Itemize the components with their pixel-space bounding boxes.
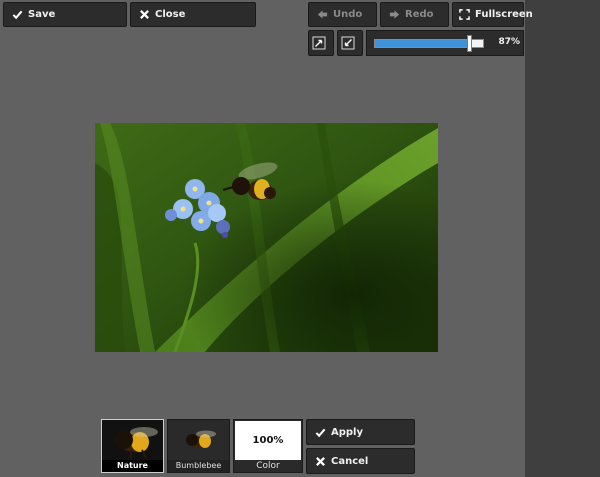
close-button[interactable]: Close (130, 2, 256, 27)
cancel-button[interactable]: Cancel (306, 448, 415, 474)
color-value: 100% (235, 421, 301, 460)
bumblebee-photo (95, 123, 438, 352)
zoom-slider-fill (375, 40, 469, 47)
filter-thumb-nature[interactable]: Nature (101, 419, 164, 473)
close-label: Close (155, 9, 186, 20)
save-label: Save (28, 9, 56, 20)
undo-button[interactable]: Undo (308, 2, 377, 27)
save-button[interactable]: Save (3, 2, 127, 27)
zoom-readout: 87% (498, 37, 520, 47)
image-editor: Save Close Undo Redo Fullscreen 87% Natu… (0, 0, 600, 477)
color-filter[interactable]: 100% Color (233, 419, 303, 473)
fullscreen-button[interactable]: Fullscreen (452, 2, 533, 27)
side-panel (525, 0, 600, 477)
check-icon (315, 428, 326, 437)
fullscreen-icon (459, 9, 470, 20)
cancel-label: Cancel (331, 455, 369, 467)
check-icon (12, 10, 23, 20)
x-icon (316, 456, 325, 466)
zoom-slider-handle[interactable] (466, 35, 472, 52)
nature-thumbnail (115, 427, 158, 459)
arrow-right-icon (389, 10, 400, 19)
x-icon (140, 10, 149, 19)
actual-size-button[interactable] (337, 30, 363, 56)
apply-label: Apply (331, 426, 364, 438)
apply-button[interactable]: Apply (306, 419, 415, 445)
undo-label: Undo (333, 9, 363, 20)
redo-button[interactable]: Redo (380, 2, 449, 27)
color-label: Color (256, 461, 280, 471)
redo-label: Redo (405, 9, 434, 20)
arrow-left-icon (317, 10, 328, 19)
filter-thumb-bumblebee[interactable]: Bumblebee (167, 419, 230, 473)
fit-to-window-icon (312, 36, 325, 50)
bumblebee-thumbnail (186, 430, 216, 448)
fullscreen-label: Fullscreen (475, 9, 533, 20)
zoom-slider[interactable] (374, 35, 484, 52)
filter-thumb-label: Bumblebee (168, 460, 229, 472)
zoom-control: 87% (366, 30, 524, 56)
actual-size-icon (341, 36, 354, 50)
fit-to-window-button[interactable] (308, 30, 334, 56)
filter-thumb-label: Nature (102, 460, 163, 472)
photo-canvas[interactable] (95, 123, 438, 352)
